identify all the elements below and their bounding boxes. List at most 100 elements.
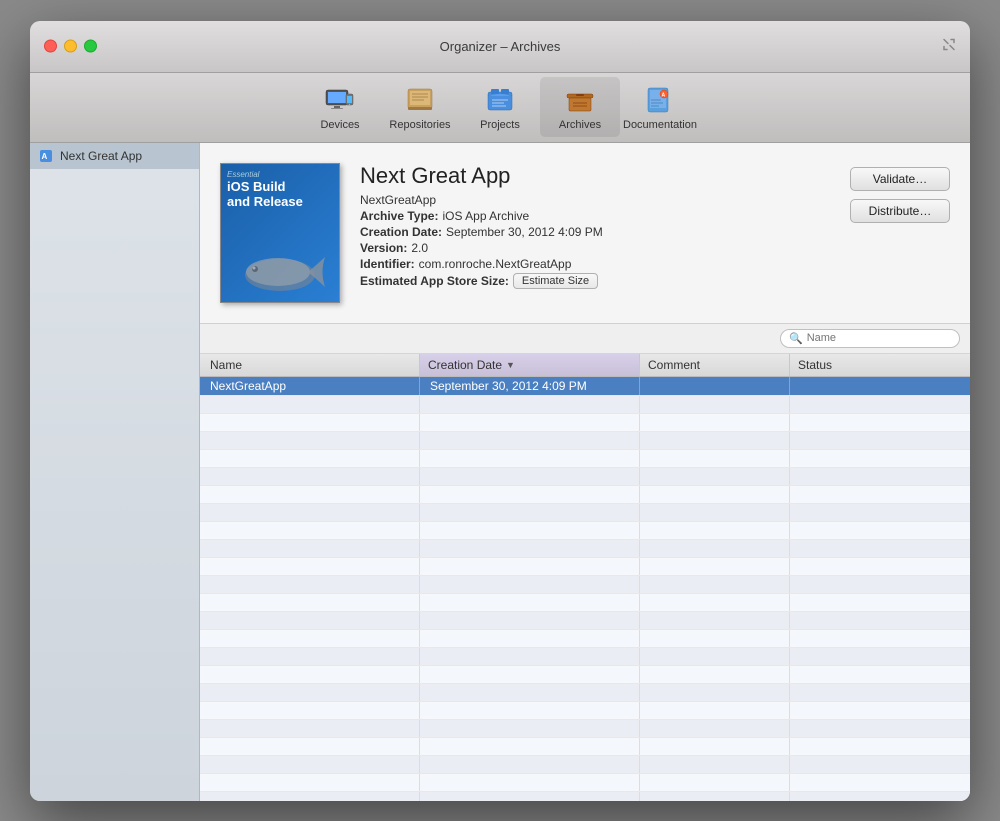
minimize-button[interactable] [64,40,77,53]
col-header-creation-date[interactable]: Creation Date ▼ [420,354,640,376]
col-header-comment[interactable]: Comment [640,354,790,376]
repositories-icon [404,84,436,116]
identifier-value: com.ronroche.NextGreatApp [419,257,572,271]
table-row[interactable] [200,522,970,540]
col-header-name[interactable]: Name [200,354,420,376]
table-body: NextGreatApp September 30, 2012 4:09 PM [200,377,970,801]
cell-comment [640,774,790,791]
cell-date [420,576,640,593]
book-essential-text: Essential [227,170,333,179]
cell-status [790,432,970,449]
book-title: iOS Buildand Release [227,179,333,210]
table-row[interactable] [200,396,970,414]
search-input[interactable] [807,332,951,344]
toolbar-documentation[interactable]: A Documentation [620,77,700,137]
table-row[interactable] [200,720,970,738]
table-row[interactable] [200,414,970,432]
cell-status [790,774,970,791]
cell-comment [640,648,790,665]
toolbar-archives[interactable]: Archives [540,77,620,137]
projects-label: Projects [480,119,520,131]
cell-status [790,684,970,701]
search-box[interactable]: 🔍 [780,329,960,348]
cell-name [200,486,420,503]
cell-status [790,630,970,647]
creation-date-row: Creation Date: September 30, 2012 4:09 P… [360,225,830,239]
distribute-button[interactable]: Distribute… [850,199,950,223]
archive-type-row: Archive Type: iOS App Archive [360,209,830,223]
creation-date-label: Creation Date: [360,225,442,239]
table-row[interactable] [200,540,970,558]
content-area: Essential iOS Buildand Release [200,143,970,801]
cell-comment [640,630,790,647]
sort-arrow-icon: ▼ [506,360,515,370]
cell-name [200,396,420,413]
cell-name [200,540,420,557]
table-row[interactable] [200,702,970,720]
table-row[interactable] [200,666,970,684]
table-row[interactable] [200,738,970,756]
titlebar: Organizer – Archives [30,21,970,73]
validate-button[interactable]: Validate… [850,167,950,191]
table-row[interactable] [200,468,970,486]
identifier-row: Identifier: com.ronroche.NextGreatApp [360,257,830,271]
devices-label: Devices [320,119,359,131]
col-header-status[interactable]: Status [790,354,970,376]
fullscreen-button[interactable] [942,38,956,55]
cell-date [420,756,640,773]
cell-comment [640,540,790,557]
cell-status [790,738,970,755]
toolbar-repositories[interactable]: Repositories [380,77,460,137]
estimated-size-row: Estimated App Store Size: Estimate Size [360,273,830,289]
sidebar-item-next-great-app[interactable]: A Next Great App [30,143,199,169]
cell-name [200,558,420,575]
cell-date [420,738,640,755]
cell-name [200,648,420,665]
cell-name [200,738,420,755]
archive-type-value: iOS App Archive [442,209,529,223]
close-button[interactable] [44,40,57,53]
table-row[interactable] [200,558,970,576]
detail-info: Next Great App NextGreatApp Archive Type… [360,163,830,303]
archives-table: Name Creation Date ▼ Comment Status [200,354,970,801]
table-row[interactable] [200,648,970,666]
maximize-button[interactable] [84,40,97,53]
cell-comment [640,720,790,737]
table-row[interactable] [200,756,970,774]
cell-name [200,684,420,701]
toolbar-devices[interactable]: Devices [300,77,380,137]
cell-status [790,377,970,395]
cell-status [790,648,970,665]
version-label: Version: [360,241,407,255]
estimate-size-button[interactable]: Estimate Size [513,273,598,289]
svg-text:A: A [662,92,666,98]
table-row[interactable] [200,630,970,648]
table-row[interactable] [200,774,970,792]
table-row[interactable] [200,450,970,468]
cell-date [420,432,640,449]
table-row[interactable] [200,432,970,450]
cell-date: September 30, 2012 4:09 PM [420,377,640,395]
cell-name [200,612,420,629]
table-row[interactable]: NextGreatApp September 30, 2012 4:09 PM [200,377,970,396]
table-row[interactable] [200,486,970,504]
table-row[interactable] [200,504,970,522]
cell-date [420,396,640,413]
cell-comment [640,504,790,521]
cell-name [200,432,420,449]
table-controls: 🔍 [200,324,970,354]
cell-date [420,630,640,647]
devices-icon [324,84,356,116]
cell-date [420,594,640,611]
table-row[interactable] [200,594,970,612]
table-row[interactable] [200,792,970,801]
version-value: 2.0 [411,241,428,255]
table-header: Name Creation Date ▼ Comment Status [200,354,970,377]
cell-date [420,792,640,801]
toolbar-projects[interactable]: Projects [460,77,540,137]
toolbar: Devices Repositories [30,73,970,143]
table-row[interactable] [200,576,970,594]
table-row[interactable] [200,612,970,630]
cell-date [420,522,640,539]
table-row[interactable] [200,684,970,702]
